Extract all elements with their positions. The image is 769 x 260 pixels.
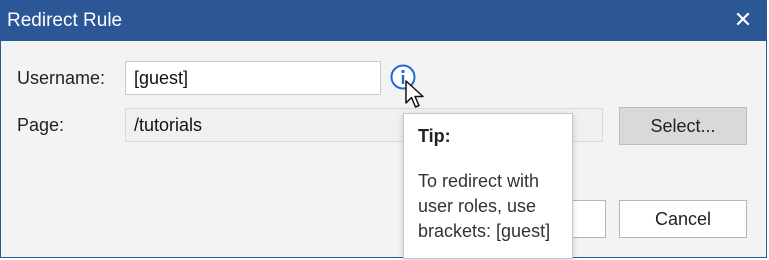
window-title: Redirect Rule xyxy=(7,10,123,31)
title-bar: Redirect Rule ✕ xyxy=(1,1,766,41)
cursor-icon xyxy=(405,80,424,108)
username-label: Username: xyxy=(17,68,106,88)
select-button[interactable]: Select... xyxy=(619,107,747,145)
tip-tooltip: Tip: To redirect with user roles, use br… xyxy=(403,113,573,259)
page-label: Page: xyxy=(17,115,65,135)
username-field[interactable]: [guest] xyxy=(125,61,381,95)
close-icon[interactable]: ✕ xyxy=(730,7,756,33)
redirect-rule-dialog: Redirect Rule ✕ Username: [guest] Page: … xyxy=(0,0,767,259)
cancel-button[interactable]: Cancel xyxy=(619,200,747,238)
tooltip-title: Tip: xyxy=(418,126,451,146)
tooltip-body: To redirect with user roles, use bracket… xyxy=(418,171,551,241)
